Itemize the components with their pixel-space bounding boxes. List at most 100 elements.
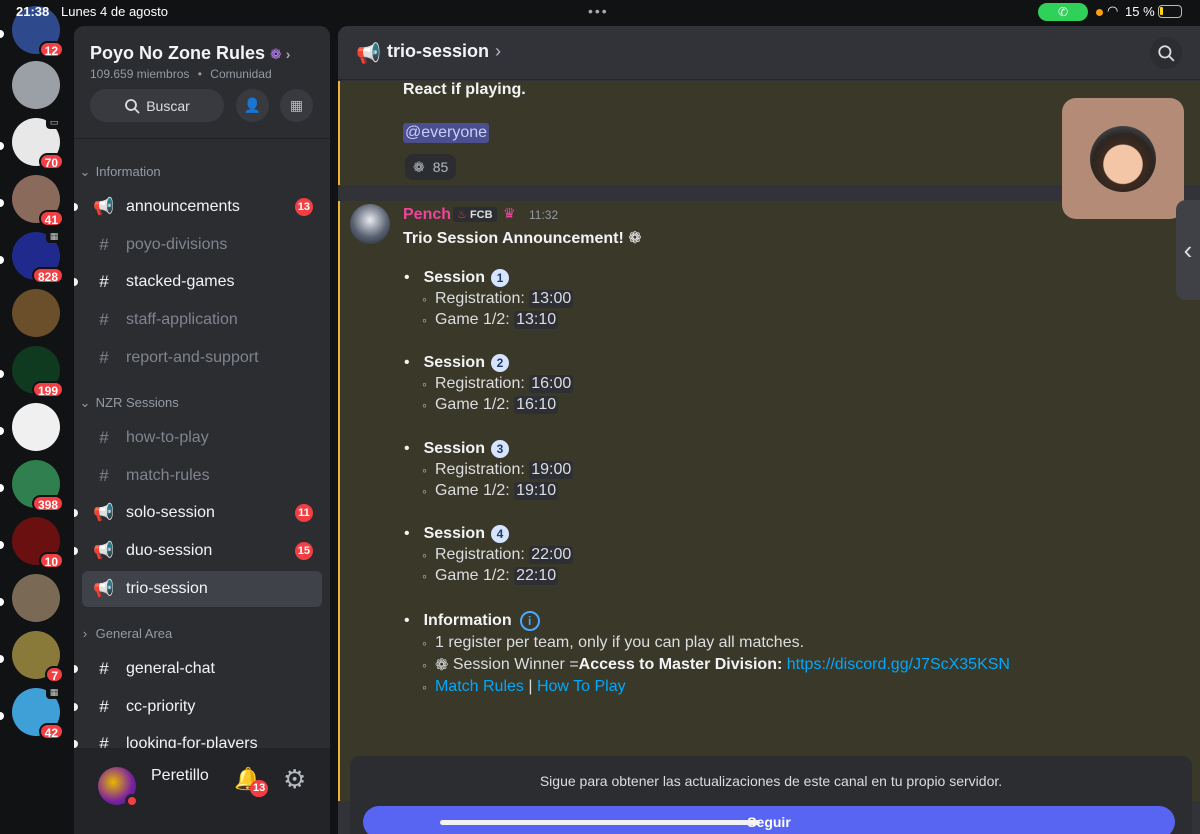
game-time: 16:10: [514, 396, 559, 414]
how-to-play-link[interactable]: How To Play: [537, 678, 626, 696]
session-block: Session 3 Registration: 19:00 Game 1/2: 1…: [420, 440, 574, 500]
channel-poyo-divisions[interactable]: # poyo-divisions: [82, 227, 322, 263]
server-icon-7[interactable]: 199: [12, 346, 64, 398]
hash-icon: #: [99, 659, 109, 678]
invite-link[interactable]: https://discord.gg/J7ScX35KSN: [787, 656, 1010, 674]
collapse-tab[interactable]: ‹: [1176, 200, 1200, 300]
search-button[interactable]: [1150, 37, 1182, 69]
game-label: Game 1/2:: [434, 396, 510, 413]
channel-how-to-play[interactable]: # how-to-play: [82, 420, 322, 456]
category-information[interactable]: ⌄ Information: [78, 164, 161, 180]
information-label: Information: [423, 612, 512, 629]
search-icon: [1158, 45, 1175, 62]
search-button[interactable]: Buscar: [90, 89, 224, 122]
server-icon-2[interactable]: [12, 61, 60, 109]
session-label: Session: [423, 269, 485, 286]
everyone-mention[interactable]: @everyone: [403, 123, 490, 143]
channel-trio-session[interactable]: 📢 trio-session: [82, 571, 322, 607]
channel-cc-priority[interactable]: # cc-priority: [74, 689, 322, 725]
category-general-area[interactable]: › General Area: [78, 626, 172, 641]
channel-badge: 13: [294, 198, 313, 216]
username[interactable]: Peretillo: [151, 767, 209, 785]
hash-icon: #: [99, 272, 109, 291]
author-avatar[interactable]: [350, 204, 390, 244]
channel-general-chat[interactable]: # general-chat: [74, 651, 322, 687]
game-time: 22:10: [514, 567, 559, 585]
hash-icon: #: [99, 428, 109, 447]
link-separator: |: [528, 678, 533, 695]
winner-bold: Access to Master Division:: [578, 656, 783, 673]
dnd-status-icon: [125, 794, 139, 808]
match-rules-link[interactable]: Match Rules: [435, 678, 524, 696]
guild-tag[interactable]: ♨ FCB: [453, 207, 497, 222]
channel-report-and-support[interactable]: # report-and-support: [82, 340, 322, 376]
unread-indicator: [74, 740, 78, 748]
server-icon-4[interactable]: 41: [12, 175, 64, 227]
unread-indicator: [74, 703, 78, 711]
server-icon-5[interactable]: ▦ 828: [12, 229, 64, 284]
registration-time: 22:00: [529, 546, 574, 564]
game-label: Game 1/2:: [434, 567, 510, 584]
home-indicator[interactable]: [440, 820, 760, 825]
chat-icon: ▭: [46, 115, 62, 129]
message-text: React if playing.: [403, 81, 526, 98]
number-3-icon: 3: [490, 440, 509, 458]
channel-solo-session[interactable]: 📢 solo-session 11: [74, 495, 322, 531]
category-nzr-sessions[interactable]: ⌄ NZR Sessions: [78, 395, 179, 411]
bell-icon[interactable]: 🔔 13: [234, 766, 269, 797]
call-indicator-icon[interactable]: ✆: [1038, 3, 1088, 21]
server-icon-3[interactable]: ▭ 70: [12, 115, 64, 170]
game-time: 19:10: [514, 482, 559, 500]
server-icon-13[interactable]: ▦ 42: [12, 685, 64, 740]
game-time: 13:10: [514, 311, 559, 329]
channel-name: stacked-games: [126, 273, 235, 290]
megaphone-icon: 📢: [93, 579, 115, 598]
author-name[interactable]: Pench: [403, 206, 451, 224]
reaction-count: 85: [432, 159, 449, 175]
server-icon-8[interactable]: [12, 403, 60, 451]
hash-icon: #: [99, 348, 109, 367]
server-icon-12[interactable]: 7: [12, 631, 64, 683]
video-pip[interactable]: [1062, 98, 1184, 219]
server-name-header[interactable]: Poyo No Zone Rules ❁ ›: [90, 43, 290, 64]
invite-button[interactable]: 👤: [236, 89, 269, 122]
add-member-icon: 👤: [243, 97, 262, 113]
server-icon-9[interactable]: 398: [12, 460, 64, 512]
multitask-dots-icon[interactable]: •••: [588, 3, 609, 19]
avatar[interactable]: [98, 767, 139, 808]
reaction-button[interactable]: ❁ 85: [405, 154, 457, 180]
channel-name: solo-session: [126, 504, 215, 521]
channel-title-text: trio-session: [387, 41, 490, 61]
server-badge: 41: [38, 210, 64, 227]
game-label: Game 1/2:: [434, 311, 510, 328]
events-button[interactable]: ▦: [280, 89, 313, 122]
registration-label: Registration:: [434, 461, 525, 478]
server-icon-10[interactable]: 10: [12, 517, 64, 569]
channel-name: general-chat: [126, 660, 215, 677]
server-type: Comunidad: [210, 67, 272, 81]
session-block: Session 2 Registration: 16:00 Game 1/2: 1…: [420, 354, 574, 414]
server-badge: 398: [31, 495, 64, 512]
info-icon: i: [519, 611, 540, 631]
channel-stacked-games[interactable]: # stacked-games: [74, 264, 322, 300]
status-date: Lunes 4 de agosto: [61, 4, 168, 19]
channel-announcements[interactable]: 📢 announcements 13: [74, 189, 322, 225]
unread-indicator: [0, 712, 4, 720]
gear-icon[interactable]: ⚙: [283, 764, 306, 795]
channel-duo-session[interactable]: 📢 duo-session 15: [74, 533, 322, 569]
channel-title[interactable]: trio-session ›: [387, 41, 501, 62]
session-label: Session: [423, 354, 485, 371]
mic-indicator-icon: [1096, 9, 1103, 16]
unread-indicator: [0, 199, 4, 207]
channel-badge: 11: [295, 504, 313, 522]
server-badge: 828: [31, 267, 64, 284]
channel-match-rules[interactable]: # match-rules: [82, 458, 322, 494]
emoji-icon: ❁: [628, 230, 642, 247]
server-icon-6[interactable]: [12, 289, 60, 337]
unread-indicator: [0, 142, 4, 150]
battery-percent: 15 %: [1125, 4, 1155, 19]
server-icon-11[interactable]: [12, 574, 60, 622]
chevron-down-icon: ⌄: [79, 164, 91, 179]
unread-indicator: [74, 278, 78, 286]
channel-staff-application[interactable]: # staff-application: [82, 302, 322, 338]
